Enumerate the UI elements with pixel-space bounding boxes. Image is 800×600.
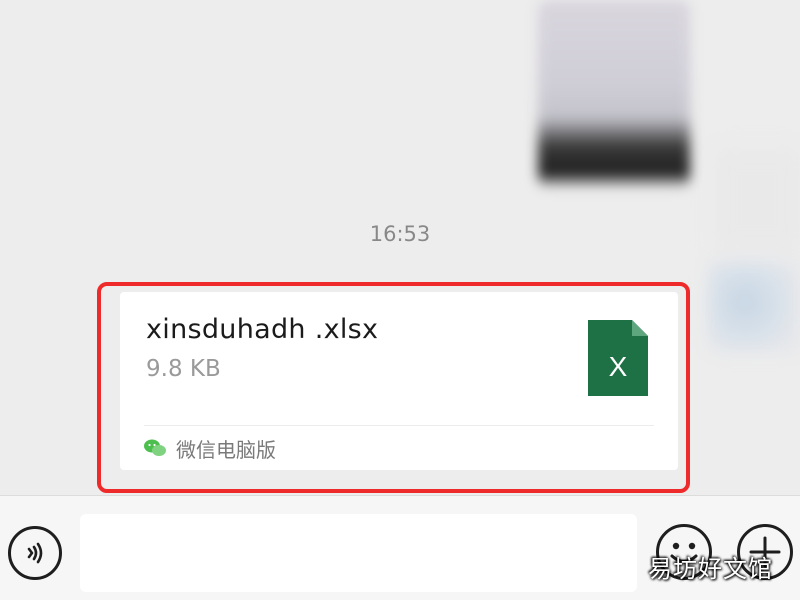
voice-icon	[27, 542, 43, 564]
watermark: 易坊好文馆	[648, 555, 773, 583]
previous-image-message[interactable]	[538, 0, 690, 188]
message-source: 微信电脑版	[144, 432, 276, 464]
excel-file-icon: X	[588, 320, 648, 396]
file-name: xinsduhadh .xlsx	[146, 314, 379, 345]
message-input[interactable]	[80, 514, 637, 592]
voice-button[interactable]	[8, 526, 62, 580]
message-timestamp: 16:53	[369, 222, 431, 246]
excel-file-icon-letter: X	[609, 351, 628, 382]
source-label: 微信电脑版	[176, 437, 276, 462]
file-size: 9.8 KB	[146, 356, 221, 382]
file-message-card[interactable]: xinsduhadh .xlsx 9.8 KB X 微信电脑版	[120, 292, 678, 470]
sender-avatar[interactable]	[708, 262, 800, 352]
input-bar	[0, 495, 800, 600]
chat-area: 16:53 xinsduhadh .xlsx 9.8 KB X 微信电脑版	[0, 0, 800, 495]
card-divider	[144, 425, 654, 426]
wechat-icon	[144, 439, 166, 456]
